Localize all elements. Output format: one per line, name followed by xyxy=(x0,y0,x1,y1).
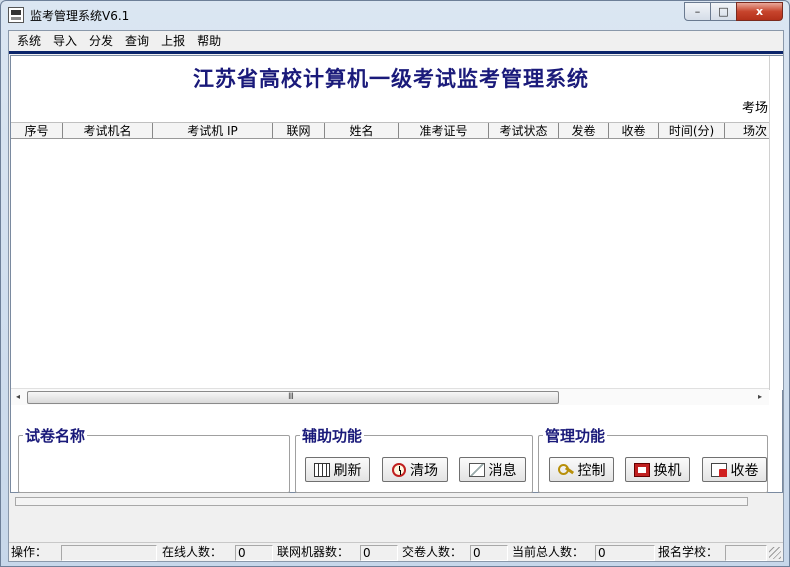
column-header[interactable]: 考试机名 xyxy=(63,123,153,138)
clear-room-label: 清场 xyxy=(410,462,438,479)
maximize-button[interactable]: □ xyxy=(710,2,737,21)
scroll-left-icon[interactable]: ◂ xyxy=(13,392,23,402)
main-window: 监考管理系统V6.1 – □ x 系统 导入 分发 查询 上报 帮助 江苏省高校… xyxy=(0,0,790,567)
clear-room-button[interactable]: 清场 xyxy=(382,457,448,482)
auxiliary-functions-title: 辅助功能 xyxy=(300,425,365,446)
column-header[interactable]: 姓名 xyxy=(325,123,399,138)
column-header[interactable]: 考试状态 xyxy=(489,123,559,138)
client-area: 系统 导入 分发 查询 上报 帮助 江苏省高校计算机一级考试监考管理系统 考场 … xyxy=(8,30,784,562)
message-label: 消息 xyxy=(488,462,517,479)
refresh-grid-icon xyxy=(313,462,330,477)
networked-count-value: 0 xyxy=(360,545,398,561)
operation-label: 操作： xyxy=(11,545,48,559)
column-header[interactable]: 发卷 xyxy=(559,123,609,138)
table-body[interactable] xyxy=(11,140,769,388)
networked-count-label: 联网机器数： xyxy=(277,545,350,559)
column-header[interactable]: 时间(分) xyxy=(659,123,725,138)
paper-name-group: 试卷名称 xyxy=(18,425,290,493)
refresh-label: 刷新 xyxy=(333,462,362,479)
collect-papers-label: 收卷 xyxy=(730,462,759,479)
swap-machine-label: 换机 xyxy=(653,462,682,479)
message-icon xyxy=(468,462,485,477)
menu-report[interactable]: 上报 xyxy=(155,31,191,51)
menu-import[interactable]: 导入 xyxy=(47,31,83,51)
column-header[interactable]: 准考证号 xyxy=(399,123,489,138)
minimize-button[interactable]: – xyxy=(684,2,711,21)
column-header[interactable]: 收卷 xyxy=(609,123,659,138)
menu-bar: 系统 导入 分发 查询 上报 帮助 xyxy=(9,31,783,51)
operation-value xyxy=(61,545,157,561)
swap-machine-button[interactable]: 换机 xyxy=(625,457,690,482)
menu-distribute[interactable]: 分发 xyxy=(83,31,119,51)
collect-papers-button[interactable]: 收卷 xyxy=(702,457,767,482)
column-header[interactable]: 场次 xyxy=(725,123,771,138)
column-header[interactable]: 联网 xyxy=(273,123,325,138)
submitted-count-label: 交卷人数： xyxy=(402,545,463,559)
resize-grip-icon[interactable] xyxy=(769,547,781,559)
message-button[interactable]: 消息 xyxy=(459,457,526,482)
main-panel: 江苏省高校计算机一级考试监考管理系统 考场 序号 考试机名 考试机 IP 联网 … xyxy=(10,55,783,493)
scroll-right-icon[interactable]: ▸ xyxy=(755,392,765,402)
control-button[interactable]: 控制 xyxy=(549,457,614,482)
swap-machine-icon xyxy=(633,462,650,477)
vertical-scroll-area xyxy=(769,122,783,390)
management-functions-title: 管理功能 xyxy=(543,425,608,446)
total-count-label: 当前总人数： xyxy=(512,545,585,559)
column-header[interactable]: 考试机 IP xyxy=(153,123,273,138)
table-header: 序号 考试机名 考试机 IP 联网 姓名 准考证号 考试状态 发卷 收卷 时间(… xyxy=(11,122,771,139)
online-count-label: 在线人数： xyxy=(162,545,223,559)
menu-system[interactable]: 系统 xyxy=(11,31,47,51)
key-icon xyxy=(557,463,574,477)
refresh-button[interactable]: 刷新 xyxy=(305,457,370,482)
control-label: 控制 xyxy=(577,462,606,479)
progress-bar xyxy=(15,497,748,506)
status-bar: 操作： 在线人数： 0 联网机器数： 0 交卷人数： 0 当前总人数： 0 报名… xyxy=(9,542,783,561)
title-bar[interactable]: 监考管理系统V6.1 – □ x xyxy=(1,1,789,29)
menu-separator xyxy=(9,51,783,54)
school-value xyxy=(725,545,767,561)
close-button[interactable]: x xyxy=(736,2,783,21)
scrollbar-thumb[interactable]: III xyxy=(27,391,559,404)
window-title: 监考管理系统V6.1 xyxy=(30,9,130,23)
menu-help[interactable]: 帮助 xyxy=(191,31,227,51)
school-label: 报名学校： xyxy=(658,545,719,559)
scrollbar-grip-icon: III xyxy=(288,392,294,402)
paper-name-title: 试卷名称 xyxy=(23,425,88,446)
app-icon[interactable] xyxy=(8,7,24,23)
top-right-strip xyxy=(769,56,783,122)
total-count-value: 0 xyxy=(595,545,655,561)
menu-query[interactable]: 查询 xyxy=(119,31,155,51)
collect-papers-icon xyxy=(710,462,727,477)
horizontal-scrollbar[interactable]: ◂ III ▸ xyxy=(11,388,769,405)
exam-room-label: 考场 xyxy=(742,101,769,116)
submitted-count-value: 0 xyxy=(470,545,508,561)
clock-icon xyxy=(392,462,406,477)
online-count-value: 0 xyxy=(235,545,273,561)
page-title: 江苏省高校计算机一级考试监考管理系统 xyxy=(193,66,589,91)
column-header[interactable]: 序号 xyxy=(11,123,63,138)
